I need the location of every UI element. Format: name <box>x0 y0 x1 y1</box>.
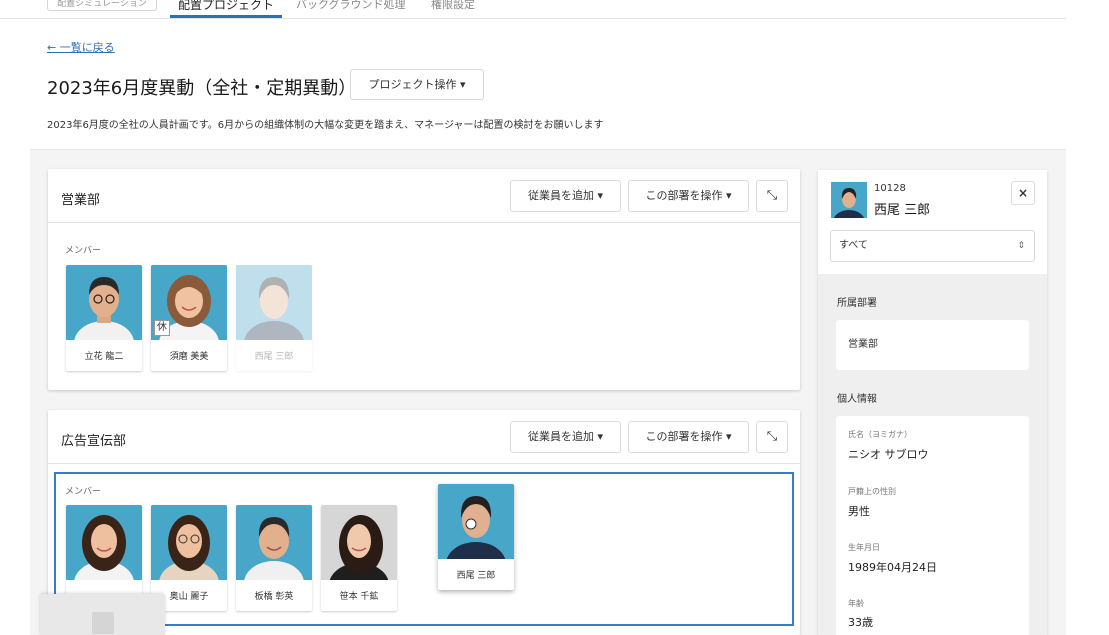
collapse-icon[interactable]: ⤡ <box>756 180 788 212</box>
employee-photo <box>321 505 397 580</box>
employee-id: 10128 <box>874 183 906 194</box>
employee-card[interactable]: 笹本 千鉱 <box>321 505 397 611</box>
tab-simulation[interactable]: 配置シミュレーション <box>47 0 157 11</box>
field-label: 生年月日 <box>848 543 880 552</box>
back-to-list-link[interactable]: ← 一覧に戻る <box>47 39 115 55</box>
employee-name: 須磨 美美 <box>169 352 209 362</box>
employee-card-placeholder: 西尾 三郎 <box>236 265 312 371</box>
department-box: 営業部 <box>836 320 1029 370</box>
employee-photo <box>66 265 142 340</box>
on-leave-badge: 休 <box>154 320 170 336</box>
employee-name: 西尾 三郎 <box>254 352 294 362</box>
employee-photo <box>236 505 312 580</box>
dragging-employee-card[interactable]: 西尾 三郎 <box>438 484 514 590</box>
department-value: 営業部 <box>848 339 878 350</box>
tab-projects[interactable]: 配置プロジェクト <box>170 0 282 18</box>
department-panel-sales: 営業部 従業員を追加 ▾ この部署を操作 ▾ ⤡ メンバー 立花 龍二 休 須磨… <box>48 169 800 390</box>
employee-photo <box>438 484 514 559</box>
members-label: メンバー <box>65 487 102 497</box>
project-description: 2023年6月度の全社の人員計画です。6月からの組織体制の大幅な変更を踏まえ、マ… <box>47 120 604 131</box>
department-name: 広告宣伝部 <box>61 434 127 449</box>
field-label: 年齢 <box>848 599 864 608</box>
employee-detail-panel: 10128 西尾 三郎 × すべて ⇕ 所属部署 営業部 個人情報 氏名（ヨミガ… <box>818 170 1047 635</box>
field-value: 1989年04月24日 <box>848 561 937 574</box>
tab-permissions[interactable]: 権限設定 <box>431 0 475 18</box>
department-name: 営業部 <box>61 193 101 208</box>
field-label: 戸籍上の性別 <box>848 487 896 496</box>
employee-name: 笹本 千鉱 <box>339 592 379 602</box>
avatar <box>831 182 867 218</box>
personal-info-box: 氏名（ヨミガナ） ニシオ サブロウ 戸籍上の性別 男性 生年月日 1989年04… <box>836 416 1029 635</box>
add-employee-button[interactable]: 従業員を追加 ▾ <box>510 180 621 212</box>
collapse-icon[interactable]: ⤡ <box>756 421 788 453</box>
employee-name: 西尾 三郎 <box>874 203 931 218</box>
tab-background[interactable]: バックグラウンド処理 <box>296 0 406 18</box>
field-value: 33歳 <box>848 616 873 629</box>
project-actions-button[interactable]: プロジェクト操作 ▾ <box>350 69 484 100</box>
top-tab-bar: 配置シミュレーション 配置プロジェクト バックグラウンド処理 権限設定 <box>0 0 1066 19</box>
filter-select[interactable]: すべて ⇕ <box>830 230 1035 262</box>
section-title-personal: 個人情報 <box>837 394 877 405</box>
field-label: 氏名（ヨミガナ） <box>848 430 912 439</box>
filter-value: すべて <box>839 240 868 251</box>
employee-name: 板橋 彰英 <box>254 592 294 602</box>
department-actions-button[interactable]: この部署を操作 ▾ <box>628 180 749 212</box>
employee-name: 立花 龍二 <box>84 352 124 362</box>
panel-header: 10128 西尾 三郎 × すべて ⇕ <box>818 170 1047 274</box>
trash-drop-area[interactable] <box>40 594 165 635</box>
members-label: メンバー <box>65 246 102 256</box>
close-icon[interactable]: × <box>1011 181 1035 205</box>
field-value: 男性 <box>848 505 870 518</box>
employee-photo <box>151 505 227 580</box>
employee-name: 西尾 三郎 <box>456 571 496 581</box>
employee-photo <box>236 265 312 340</box>
page-title: 2023年6月度異動（全社・定期異動） <box>47 78 357 99</box>
employee-photo <box>66 505 142 580</box>
employee-card[interactable]: 板橋 彰英 <box>236 505 312 611</box>
add-employee-button[interactable]: 従業員を追加 ▾ <box>510 421 621 453</box>
trash-icon <box>92 612 114 634</box>
section-title-department: 所属部署 <box>837 298 877 309</box>
employee-card[interactable]: 立花 龍二 <box>66 265 142 371</box>
department-header: 広告宣伝部 従業員を追加 ▾ この部署を操作 ▾ ⤡ <box>48 410 800 464</box>
field-value: ニシオ サブロウ <box>848 448 929 461</box>
employee-card[interactable]: 休 須磨 美美 <box>151 265 227 371</box>
select-arrows-icon: ⇕ <box>1017 241 1025 251</box>
department-header: 営業部 従業員を追加 ▾ この部署を操作 ▾ ⤡ <box>48 169 800 223</box>
department-actions-button[interactable]: この部署を操作 ▾ <box>628 421 749 453</box>
